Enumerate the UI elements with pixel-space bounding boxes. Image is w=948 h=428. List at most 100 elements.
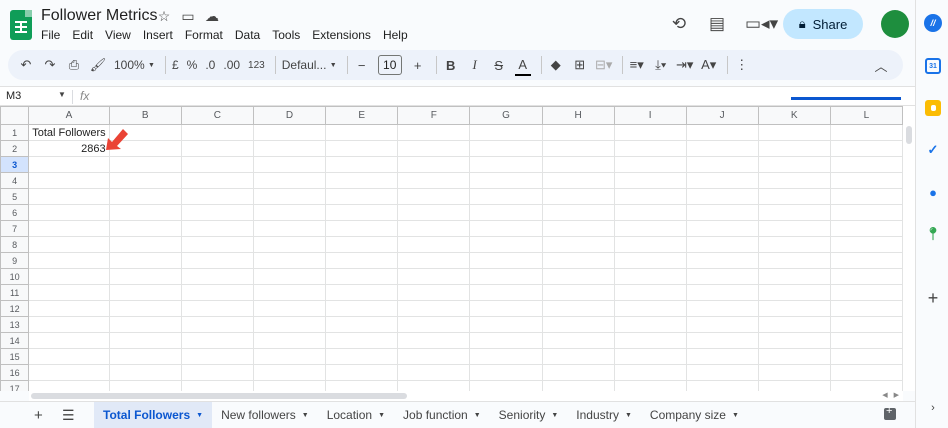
cell[interactable] [829,204,903,221]
bold-icon[interactable]: B [443,54,459,76]
cell[interactable] [757,236,831,253]
cell[interactable] [325,252,399,269]
more-options-icon[interactable]: ⋮ [734,54,750,76]
cell[interactable] [252,348,327,365]
paint-format-icon[interactable]: 🖌︎ [90,54,107,76]
cell[interactable] [397,348,471,365]
cell[interactable] [541,300,615,317]
scroll-right-icon[interactable]: ▶ [894,391,899,399]
cell[interactable] [613,252,687,269]
cell[interactable] [829,188,903,205]
cell[interactable] [325,172,399,189]
cell[interactable] [757,204,831,221]
tasks-icon[interactable]: ✓ [925,142,941,158]
column-header[interactable]: E [325,106,399,125]
cell[interactable] [180,252,254,269]
row-header[interactable]: 13 [0,316,30,333]
cell[interactable] [685,332,759,349]
cell[interactable] [613,300,687,317]
cell[interactable] [108,172,182,189]
zoom-select[interactable]: 100% ▼ [114,54,155,76]
cell[interactable] [469,316,543,333]
cell[interactable] [397,380,471,391]
cell[interactable] [397,284,471,301]
document-title[interactable]: Follower Metrics [41,7,157,25]
italic-icon[interactable]: I [467,54,483,76]
column-header[interactable]: D [252,106,327,125]
cell[interactable] [685,252,759,269]
cell[interactable] [252,268,327,285]
cell[interactable] [613,188,687,205]
menu-help[interactable]: Help [383,28,408,42]
cell[interactable] [829,364,903,381]
decrease-decimal-button[interactable]: .0 [205,54,215,76]
cell[interactable] [397,204,471,221]
row-header[interactable]: 8 [0,236,30,253]
row-header[interactable]: 10 [0,268,30,285]
cell[interactable] [108,380,182,391]
column-header[interactable]: L [829,106,903,125]
cell[interactable] [325,188,399,205]
cell[interactable] [757,300,831,317]
cell[interactable] [325,156,399,173]
decrease-font-size-icon[interactable]: − [354,54,370,76]
cell-a2[interactable]: 2863 [28,140,110,157]
sheet-tab-industry[interactable]: Industry ▼ [567,402,641,428]
column-header[interactable]: G [469,106,543,125]
sheet-tab-total-followers[interactable]: Total Followers ▼ [94,402,213,428]
cell[interactable] [252,188,327,205]
cell[interactable] [180,172,254,189]
cell[interactable] [613,284,687,301]
cell[interactable] [28,220,110,237]
column-header[interactable]: F [397,106,471,125]
sheet-tab-company-size[interactable]: Company size ▼ [641,402,748,428]
vertical-scrollbar[interactable] [903,106,915,391]
cell[interactable] [613,172,687,189]
cell[interactable] [180,236,254,253]
cell[interactable] [541,204,615,221]
chevron-down-icon[interactable]: ▼ [625,412,632,419]
cell[interactable] [28,204,110,221]
cell[interactable] [685,124,759,141]
cell[interactable] [252,220,327,237]
cell[interactable] [685,364,759,381]
cell[interactable] [397,316,471,333]
cell[interactable] [397,156,471,173]
cell[interactable] [829,348,903,365]
borders-icon[interactable]: ⊞ [572,54,588,76]
cell[interactable] [108,332,182,349]
account-avatar[interactable] [881,10,909,38]
cell[interactable] [757,380,831,391]
menu-tools[interactable]: Tools [272,28,300,42]
cell[interactable] [325,300,399,317]
cell[interactable] [757,252,831,269]
cell[interactable] [108,204,182,221]
cell[interactable] [252,156,327,173]
cell[interactable] [757,156,831,173]
sheets-logo-icon[interactable] [10,10,32,40]
chevron-down-icon[interactable]: ▼ [474,412,481,419]
cell[interactable] [613,204,687,221]
cell[interactable] [757,172,831,189]
cell[interactable] [685,156,759,173]
version-history-icon[interactable]: ⟲ [669,14,689,34]
cell[interactable] [613,220,687,237]
cell[interactable] [180,348,254,365]
cell[interactable] [325,316,399,333]
cell[interactable] [252,300,327,317]
chevron-down-icon[interactable]: ▼ [302,412,309,419]
cell[interactable] [541,364,615,381]
cell[interactable] [469,220,543,237]
cell[interactable] [469,332,543,349]
cell[interactable] [325,220,399,237]
print-icon[interactable]: ⎙ [66,54,82,76]
vertical-scroll-thumb[interactable] [906,126,912,144]
cell[interactable] [180,124,254,141]
cell[interactable] [252,252,327,269]
cell[interactable] [252,380,327,391]
cell[interactable] [685,236,759,253]
cell[interactable] [28,156,110,173]
cell[interactable] [829,140,903,157]
cell[interactable] [541,268,615,285]
cell[interactable] [685,172,759,189]
